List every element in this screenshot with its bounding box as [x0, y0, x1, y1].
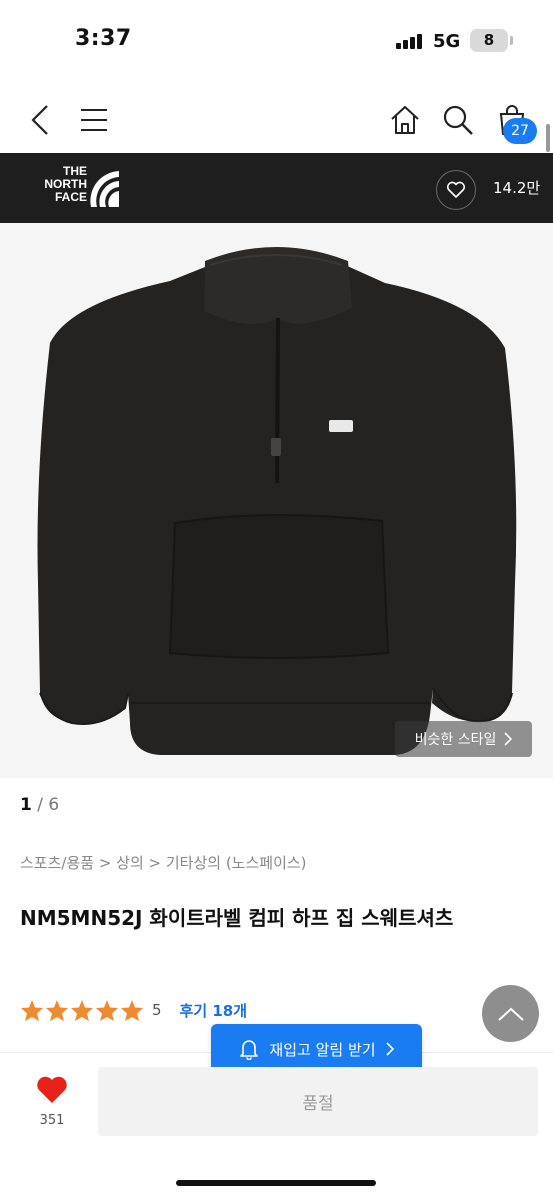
bell-icon: [240, 1040, 259, 1060]
wish-count: 351: [39, 1113, 65, 1128]
scroll-indicator: [546, 124, 550, 152]
breadcrumb[interactable]: 스포츠/용품 > 상의 > 기타상의 (노스페이스): [20, 852, 307, 873]
star-icon: [121, 999, 143, 1021]
menu-icon: [81, 109, 107, 131]
brand-like-count: 14.2만: [493, 179, 541, 197]
search-icon: [443, 105, 473, 135]
status-bar: 3:37 5G 8: [0, 0, 553, 80]
soldout-button: 품절: [98, 1067, 538, 1136]
soldout-label: 품절: [302, 1094, 334, 1114]
rating-row: 5 후기 18개: [20, 996, 247, 1024]
top-nav: [0, 90, 553, 150]
restock-label: 재입고 알림 받기: [269, 1040, 376, 1059]
heart-filled-icon: [37, 1076, 67, 1103]
home-icon: [391, 106, 419, 134]
product-title: NM5MN52J 화이트라벨 컴피 하프 집 스웨트셔츠: [20, 906, 454, 930]
scroll-top-button[interactable]: [482, 985, 539, 1042]
battery-tip: [510, 36, 513, 45]
pager-current: 1: [20, 795, 32, 815]
logo-text: THE NORTH FACE: [44, 164, 87, 204]
sweatshirt-image: [37, 247, 517, 755]
home-button[interactable]: [383, 98, 427, 142]
chevron-up-icon: [497, 1007, 524, 1021]
status-time: 3:37: [75, 26, 132, 51]
brand-like-button[interactable]: [436, 170, 476, 210]
pager-separator: /: [31, 795, 49, 815]
search-button[interactable]: [436, 98, 480, 142]
back-button[interactable]: [18, 98, 62, 142]
rating-value: 5: [152, 1001, 162, 1019]
chevron-left-icon: [31, 105, 48, 135]
network-label: 5G: [433, 31, 461, 52]
home-indicator: [176, 1180, 376, 1186]
battery-icon: 8: [470, 29, 508, 52]
similar-style-label: 비슷한 스타일: [414, 732, 497, 748]
star-icon: [71, 999, 93, 1021]
star-rating: [20, 999, 144, 1022]
product-image[interactable]: 비슷한 스타일: [0, 223, 553, 778]
star-icon: [46, 999, 68, 1021]
brand-logo[interactable]: THE NORTH FACE: [25, 165, 125, 213]
chevron-right-icon: [504, 732, 513, 746]
image-pager: 1 / 6: [20, 795, 59, 815]
brand-bar[interactable]: THE NORTH FACE 14.2만: [0, 153, 553, 223]
heart-outline-icon: [446, 181, 466, 198]
pager-total: 6: [48, 795, 60, 815]
wish-button[interactable]: 351: [28, 1075, 76, 1128]
cart-count-badge: 27: [503, 118, 537, 144]
menu-button[interactable]: [72, 98, 116, 142]
review-count-link[interactable]: 후기 18개: [180, 1000, 248, 1021]
half-dome-logo-icon: [90, 171, 119, 207]
chevron-right-icon: [385, 1042, 394, 1056]
star-icon: [21, 999, 43, 1021]
star-icon: [96, 999, 118, 1021]
signal-icon: [396, 33, 426, 49]
similar-style-button[interactable]: 비슷한 스타일: [395, 721, 532, 757]
